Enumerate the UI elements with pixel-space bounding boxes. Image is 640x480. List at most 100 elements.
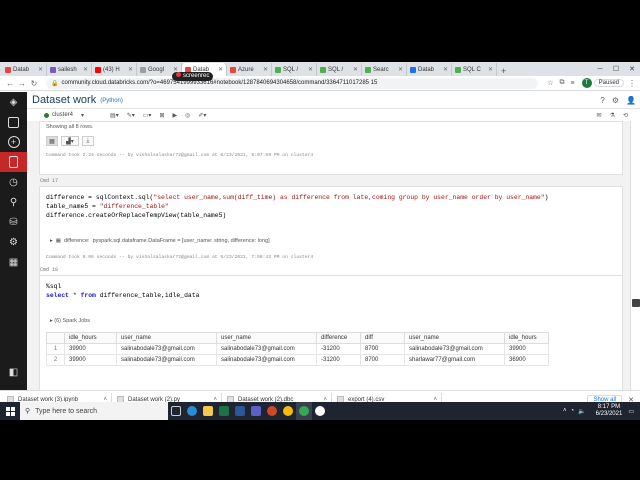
edge-icon[interactable] [184,402,200,420]
browser-tab[interactable]: Datab ✕ [2,63,47,76]
excel-icon[interactable] [216,402,232,420]
cmd-17-cell[interactable]: difference = sqlContext.sql("select user… [39,186,623,286]
code-editor[interactable]: difference = sqlContext.sql("select user… [46,193,548,220]
permissions-icon[interactable]: ⊠ [159,112,164,119]
comments-panel-icon[interactable]: ✉ [597,112,602,119]
screenrec-icon[interactable] [312,402,328,420]
tab-label: Azure [238,66,254,73]
powerpoint-icon[interactable] [264,402,280,420]
tab-close-icon[interactable]: ✕ [398,66,403,73]
tab-close-icon[interactable]: ✕ [488,66,493,73]
browser-tab[interactable]: SQL C ✕ [452,63,497,76]
download-icon[interactable]: ⤓ [82,136,94,146]
browser-tab-strip: Datab ✕ sailesh ✕ (43) H ✕ Googl ✕ Datab ✕ Azure ✕ S… [0,62,640,76]
volume-icon[interactable]: 🔈 [578,408,585,415]
cluster-selector[interactable]: cluster4 [52,112,73,118]
tab-close-icon[interactable]: ✕ [443,66,448,73]
collapse-sidebar-icon[interactable]: ◧ [0,362,27,382]
edit-menu-icon[interactable]: ✎▾ [127,112,135,119]
table-cell: salinabodale73@gmail.com [404,343,505,355]
clock[interactable]: 8:17 PM 6/23/2021 [596,404,623,418]
new-tab-button[interactable]: + [497,66,510,76]
close-window-button[interactable]: ✕ [624,65,640,73]
back-icon[interactable]: ← [4,79,16,88]
url-input[interactable]: 🔒 community.cloud.databricks.com/?o=4697… [46,71,539,89]
row-number-header [46,332,65,344]
tab-close-icon[interactable]: ✕ [308,66,313,73]
taskbar-search-input[interactable]: ⚲ Type here to search [20,402,168,420]
tab-close-icon[interactable]: ✕ [38,66,43,73]
reload-icon[interactable]: ↻ [28,79,40,88]
teams-icon[interactable] [248,402,264,420]
notifications-icon[interactable]: ▭ [628,408,634,415]
run-all-icon[interactable]: ▶ [172,112,177,119]
file-menu-icon[interactable]: ▤▾ [110,112,119,119]
word-icon[interactable] [232,402,248,420]
code-editor[interactable]: %sql select * from difference_table,idle… [46,282,199,300]
expand-icon[interactable]: ▸ [50,238,53,244]
extensions-icon[interactable]: ⧉ [560,79,565,87]
file-explorer-icon[interactable] [200,402,216,420]
clusters-icon[interactable]: ⚙ [0,232,27,252]
databricks-logo-icon[interactable]: ◈ [0,92,27,112]
star-icon[interactable]: ☆ [547,79,553,87]
browser-tab[interactable]: (43) H ✕ [92,63,137,76]
revision-history-icon[interactable]: ⟲ [623,112,628,119]
help-icon[interactable]: ? [600,96,604,105]
search-icon[interactable]: ⚲ [0,192,27,212]
browser-tab[interactable]: SQL / ✕ [272,63,317,76]
maximize-button[interactable]: ☐ [608,65,624,73]
column-header[interactable]: diff [360,332,405,344]
user-icon[interactable]: 👤 [626,96,636,105]
tab-close-icon[interactable]: ✕ [128,66,133,73]
media-icon[interactable]: ≡ [571,80,575,87]
browser-tab[interactable]: sailesh ✕ [47,63,92,76]
tab-label: sailesh [58,66,77,73]
notebook-language[interactable]: (Python) [100,98,123,104]
chrome-active-icon[interactable] [296,402,312,420]
column-header[interactable]: user_name [116,332,217,344]
recents-icon[interactable]: ◷ [0,172,27,192]
tab-close-icon[interactable]: ✕ [263,66,268,73]
workspace-icon[interactable] [0,152,27,172]
windows-start-icon[interactable] [0,402,20,420]
network-icon[interactable]: ◔ [571,408,575,414]
column-header[interactable]: idle_hours [504,332,549,344]
column-header[interactable]: idle_hours [64,332,117,344]
minimize-button[interactable]: ─ [592,66,608,73]
task-view-icon[interactable] [168,402,184,420]
spark-jobs[interactable]: ▸ (6) Spark Jobs [50,318,90,324]
tab-close-icon[interactable]: ✕ [83,66,88,73]
table-view-icon[interactable]: ▦ [46,136,58,146]
tab-close-icon[interactable]: ✕ [353,66,358,73]
column-header[interactable]: user_name [404,332,505,344]
data-science-icon[interactable] [0,112,27,132]
browser-tab[interactable]: SQL / ✕ [317,63,362,76]
view-menu-icon[interactable]: ▭▾ [143,112,152,119]
tab-close-icon[interactable]: ✕ [218,66,223,73]
column-header[interactable]: difference [316,332,361,344]
data-icon[interactable]: ⛁ [0,212,27,232]
browser-menu-icon[interactable]: ⋮ [628,79,636,88]
browser-tab[interactable]: Datab ✕ [407,63,452,76]
dataframe-output[interactable]: ▸ ▦ difference: pyspark.sql.dataframe.Da… [50,238,270,244]
profile-avatar[interactable]: T [581,78,592,88]
create-icon[interactable]: + [0,132,27,152]
comments-icon[interactable]: ✐▾ [198,112,206,119]
cluster-dropdown-icon[interactable]: ▾ [81,112,84,119]
tray-chevron-icon[interactable]: ˄ [563,408,567,414]
browser-tab[interactable]: Searc ✕ [362,63,407,76]
forward-icon[interactable]: → [16,79,28,88]
chrome-icon[interactable] [280,402,296,420]
settings-icon[interactable]: ⚙ [612,96,619,105]
jobs-icon[interactable]: ▦ [0,252,27,272]
cmd-18-cell[interactable]: %sql select * from difference_table,idle… [39,275,623,390]
chart-view-icon[interactable]: ▟▾ [61,136,79,146]
browser-tab[interactable]: Azure ✕ [227,63,272,76]
schedule-icon[interactable]: ◎ [185,112,190,119]
notebook-title[interactable]: Dataset work [32,94,96,106]
scroll-handle[interactable] [632,299,640,307]
column-header[interactable]: user_name [216,332,317,344]
experiment-icon[interactable]: ⚗ [610,112,615,119]
profile-status[interactable]: Paused [593,79,624,87]
